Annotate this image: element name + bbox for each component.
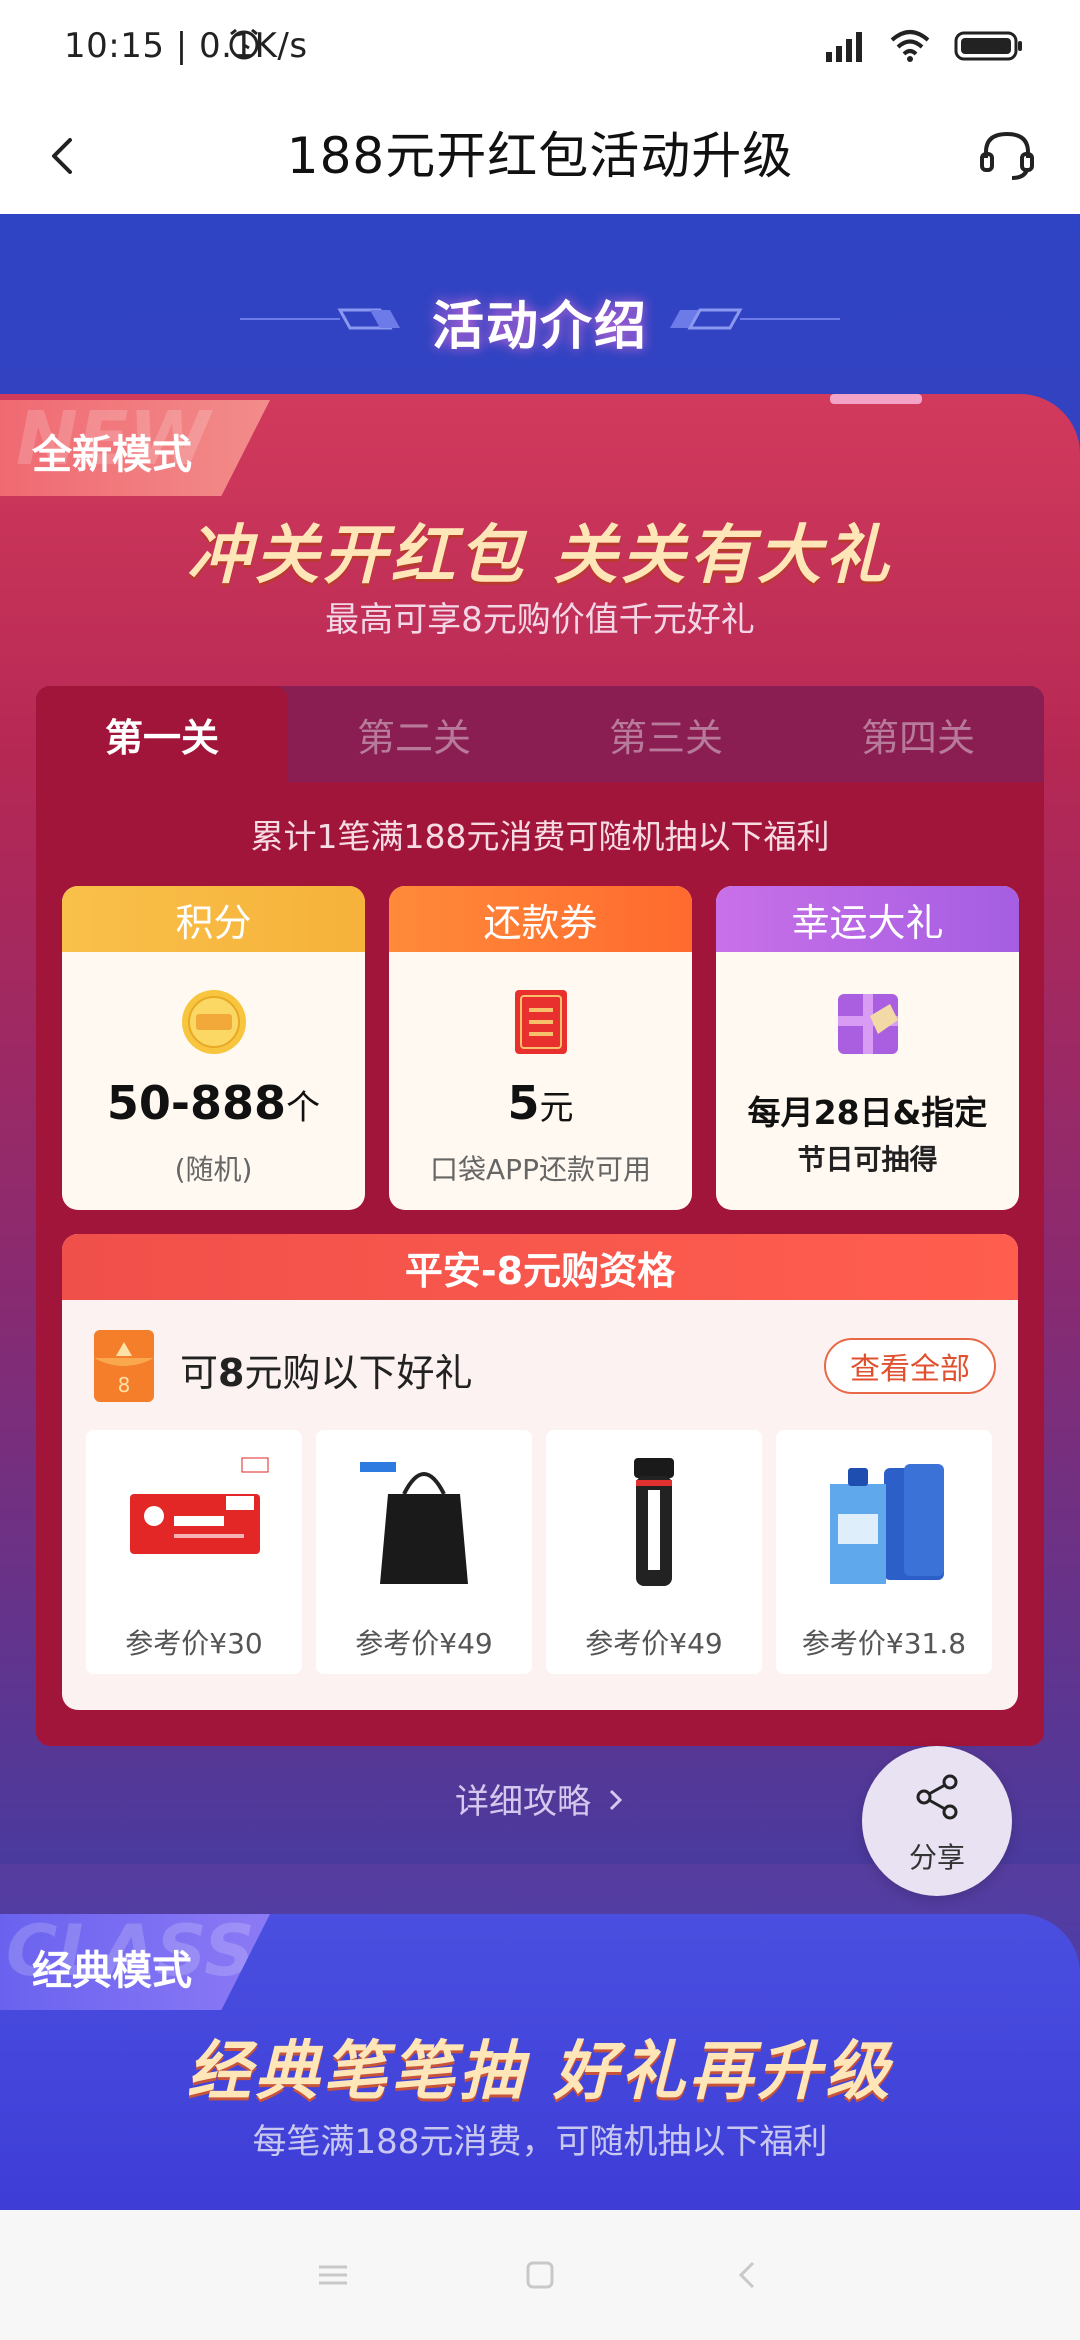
decor-bar [830, 394, 922, 404]
prize-value-number: 5 [507, 1076, 540, 1130]
share-icon [916, 1774, 958, 1820]
status-bar: 10:15 | 0.1K/s [0, 0, 1080, 96]
eight-yuan-label-amount: 8 [218, 1351, 245, 1395]
tab-level-1[interactable]: 第一关 [36, 686, 288, 782]
gift-item-kfc[interactable]: 参考价¥30 [86, 1430, 302, 1674]
prize-card-lucky-gift: 幸运大礼 每月28日&指定 节日可抽得 [716, 886, 1019, 1210]
gift-item-bottle[interactable]: 参考价¥49 [546, 1430, 762, 1674]
prize-card-points: 积分 50-888个 (随机) [62, 886, 365, 1210]
eight-yuan-title: 平安-8元购资格 [62, 1234, 1018, 1300]
red-envelope-icon: 8 [92, 1328, 156, 1404]
prize-value-number: 50-888 [106, 1076, 287, 1130]
classic-mode-tag: CLASSIC 经典模式 [0, 1914, 270, 2010]
new-mode-card: NEW 全新模式 冲关开红包 关关有大礼 最高可享8元购价值千元好礼 第一关 第… [0, 394, 1080, 1894]
prize-title: 积分 [62, 886, 365, 952]
level-panel: 第一关 第二关 第三关 第四关 累计1笔满188元消费可随机抽以下福利 积分 5… [36, 686, 1044, 1746]
kfc-card-image [130, 1457, 269, 1554]
activity-hero: 活动介绍 NEW 全新模式 冲关开红包 关关有大礼 最高可享8元购价值千元好礼 … [0, 214, 1080, 2210]
prize-note: (随机) [174, 1153, 253, 1186]
thermos-bottle-image [634, 1458, 674, 1586]
back-nav-icon[interactable] [727, 2255, 767, 2295]
classic-mode-slogan: 经典笔笔抽 好礼再升级 [186, 2035, 894, 2109]
eight-yuan-label-suffix: 元购以下好礼 [244, 1351, 473, 1395]
classic-mode-card: CLASSIC 经典模式 经典笔笔抽 好礼再升级 每笔满188元消费，可随机抽以… [0, 1914, 1080, 2210]
nav-bar: 188元开红包活动升级 [0, 96, 1080, 214]
classic-mode-subtitle: 每笔满188元消费，可随机抽以下福利 [252, 2122, 828, 2162]
share-label: 分享 [908, 1841, 965, 1874]
page-title: 188元开红包活动升级 [286, 127, 794, 185]
alarm-icon [226, 26, 262, 66]
new-mode-slogan: 冲关开红包 关关有大礼 [186, 519, 894, 593]
new-mode-subtitle: 最高可享8元购价值千元好礼 [325, 600, 755, 640]
prize-note: 节日可抽得 [797, 1143, 938, 1176]
tab-level-3[interactable]: 第三关 [540, 686, 792, 782]
menu-icon[interactable] [313, 2255, 353, 2295]
detergent-set-image [830, 1464, 944, 1584]
prize-title: 幸运大礼 [716, 886, 1019, 952]
battery-icon [954, 30, 1024, 66]
gift-price: 参考价¥31.8 [801, 1627, 967, 1660]
home-icon[interactable] [520, 2255, 560, 2295]
status-icons [229, 28, 1024, 68]
classic-mode-label: 经典模式 [32, 1948, 192, 1994]
signal-icon [822, 28, 866, 68]
eight-yuan-label-prefix: 可 [180, 1351, 219, 1395]
gift-item-detergent[interactable]: 参考价¥31.8 [776, 1430, 992, 1674]
new-mode-label: 全新模式 [32, 432, 192, 478]
tote-bag-image [360, 1462, 468, 1584]
tab-level-4[interactable]: 第四关 [792, 686, 1044, 782]
title-decoration-right [670, 308, 840, 330]
intro-title: 活动介绍 [431, 297, 648, 357]
eight-yuan-section: 平安-8元购资格 8 可8元购以下好礼 查看全部 参考价¥30 参考价¥49 参… [62, 1234, 1018, 1710]
system-nav-bar [0, 2210, 1080, 2340]
detail-guide-label: 详细攻略 [455, 1782, 591, 1822]
level-tabs: 第一关 第二关 第三关 第四关 [36, 686, 1044, 782]
view-all-button[interactable]: 查看全部 [824, 1338, 996, 1394]
gift-price: 参考价¥49 [585, 1627, 723, 1660]
tab-level-2[interactable]: 第二关 [288, 686, 540, 782]
prize-value: 5元 [389, 1076, 692, 1130]
gift-box-icon [832, 986, 904, 1058]
repayment-coupon-icon [505, 986, 577, 1058]
wifi-icon [888, 28, 932, 68]
chevron-right-icon [607, 1782, 625, 1822]
prize-card-coupon: 还款券 5元 口袋APP还款可用 [389, 886, 692, 1210]
gift-item-bag[interactable]: 参考价¥49 [316, 1430, 532, 1674]
prize-value: 每月28日&指定 [747, 1093, 988, 1132]
eight-yuan-label: 可8元购以下好礼 [180, 1342, 472, 1397]
svg-text:8: 8 [118, 1373, 131, 1397]
prize-note: 口袋APP还款可用 [430, 1153, 651, 1186]
prize-title: 还款券 [389, 886, 692, 952]
prize-value-unit: 元 [539, 1088, 574, 1128]
level-description: 累计1笔满188元消费可随机抽以下福利 [250, 817, 830, 856]
points-coin-icon [178, 986, 250, 1058]
prize-value: 50-888个 [62, 1076, 365, 1130]
gift-price: 参考价¥30 [125, 1627, 263, 1660]
status-time: 10:15 | 0.1K/s [64, 26, 308, 66]
share-button[interactable]: 分享 [862, 1746, 1012, 1896]
gift-price: 参考价¥49 [355, 1627, 493, 1660]
customer-service-icon[interactable] [974, 122, 1040, 188]
prize-value-unit: 个 [286, 1088, 321, 1128]
